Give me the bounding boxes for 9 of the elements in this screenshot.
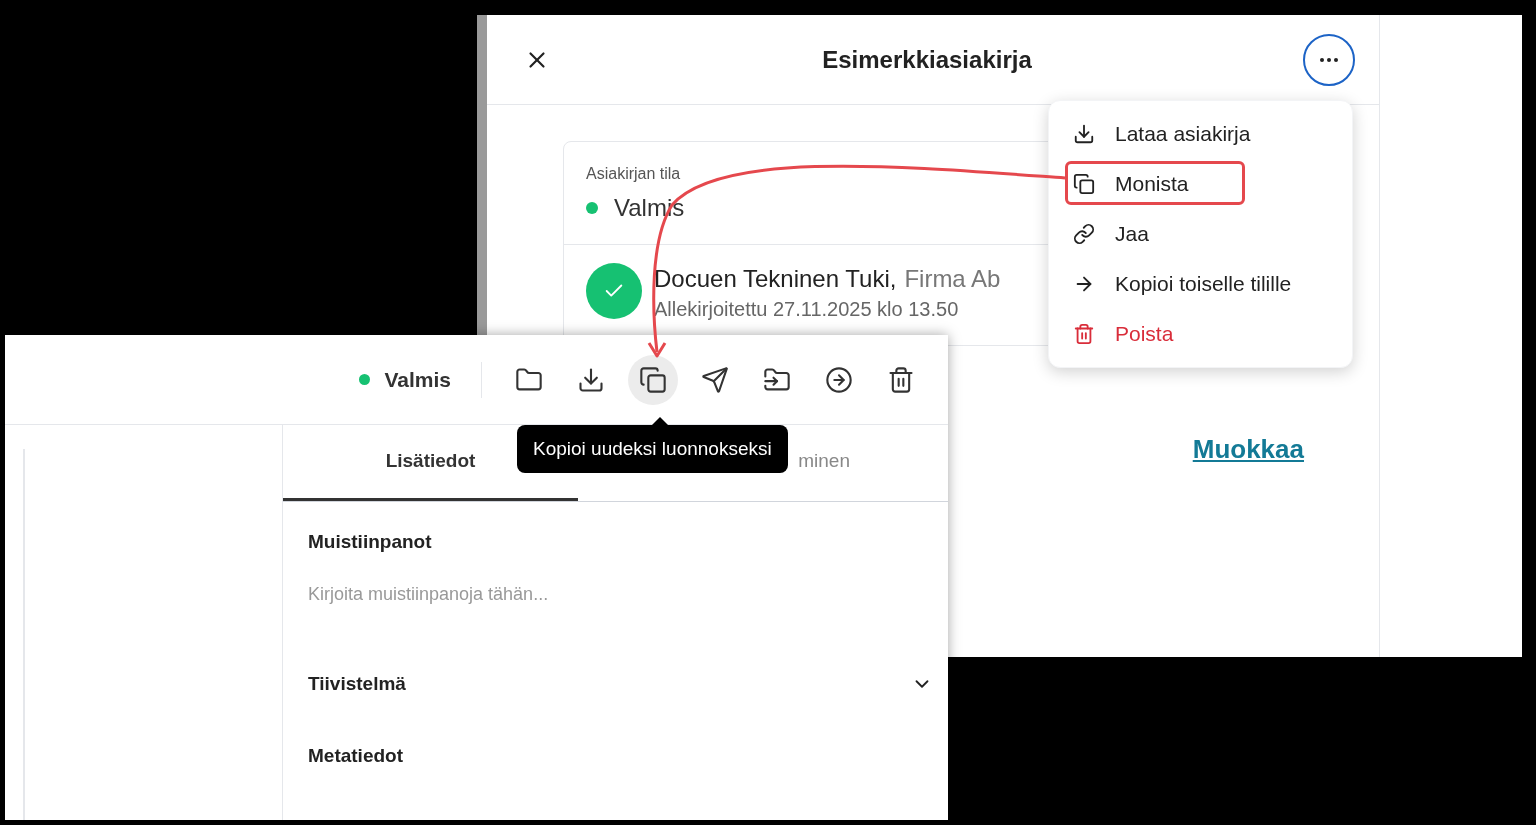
signer-name: Docuen Tekninen Tuki, [654, 264, 897, 294]
signer-company: Firma Ab [904, 264, 1001, 294]
status-text: Valmis [384, 366, 451, 393]
section-title: Metatiedot [308, 744, 404, 768]
section-title: Muistiinpanot [308, 530, 433, 554]
status-label: Asiakirjan tila [586, 164, 681, 184]
signed-date: Allekirjoitettu 27.11.2025 klo 13.50 [654, 297, 960, 321]
tooltip: Kopioi uudeksi luonnokseksi [517, 425, 788, 473]
window-title: Esimerkkiasiakirja [822, 44, 1032, 75]
